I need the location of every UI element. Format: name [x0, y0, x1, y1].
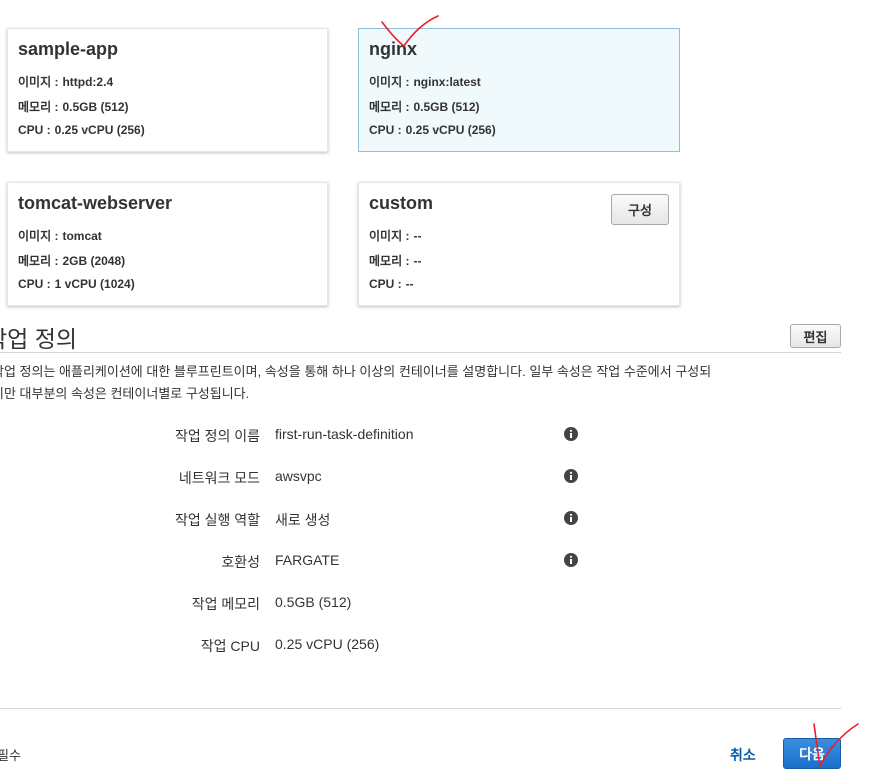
container-card-sample-app[interactable]: sample-app 이미지 : httpd:2.4 메모리 :0.5GB (51…	[7, 28, 328, 152]
required-note: 필수	[0, 748, 21, 763]
card-image-line: 이미지 : --	[369, 229, 422, 243]
edit-button[interactable]: 편집	[790, 324, 841, 348]
section-description-line-1: 작업 정의는 애플리케이션에 대한 블루프린트이며, 속성을 통해 하나 이상의…	[0, 364, 712, 379]
field-label-compatibility: 호환성	[221, 554, 260, 570]
card-image-line: 이미지 : tomcat	[18, 229, 102, 243]
field-value-compatibility: FARGATE	[275, 552, 340, 568]
field-label-task-definition-name: 작업 정의 이름	[174, 428, 260, 444]
card-image-line: 이미지 : httpd:2.4	[18, 75, 114, 89]
card-memory-line: 메모리 : --	[369, 254, 422, 268]
card-title: nginx	[369, 39, 417, 59]
field-label-network-mode: 네트워크 모드	[178, 470, 260, 486]
info-icon[interactable]	[564, 511, 578, 525]
field-value-task-memory: 0.5GB (512)	[275, 594, 352, 610]
card-cpu-line: CPU :1 vCPU (1024)	[18, 277, 135, 291]
card-memory-line: 메모리 :0.5GB (512)	[369, 100, 480, 114]
card-memory-line: 메모리 :0.5GB (512)	[18, 100, 129, 114]
card-memory-line: 메모리 :2GB (2048)	[18, 254, 126, 268]
card-title: tomcat-webserver	[18, 193, 173, 213]
cancel-link[interactable]: 취소	[730, 745, 756, 765]
field-value-task-definition-name: first-run-task-definition	[275, 426, 414, 442]
field-value-network-mode: awsvpc	[275, 468, 322, 484]
field-value-task-execution-role: 새로 생성	[275, 512, 331, 528]
card-cpu-line: CPU :0.25 vCPU (256)	[369, 123, 496, 137]
card-cpu-line: CPU :0.25 vCPU (256)	[18, 123, 145, 137]
field-value-task-cpu: 0.25 vCPU (256)	[275, 636, 380, 652]
info-icon[interactable]	[564, 553, 578, 567]
container-card-nginx[interactable]: nginx 이미지 : nginx:latest 메모리 :0.5GB (512)…	[358, 28, 680, 152]
info-icon[interactable]	[564, 469, 578, 483]
info-icon[interactable]	[564, 427, 578, 441]
configure-button[interactable]: 구성	[611, 194, 669, 225]
section-description-line-2: 지만 대부분의 속성은 컨테이너별로 구성됩니다.	[0, 386, 250, 401]
container-card-tomcat-webserver[interactable]: tomcat-webserver 이미지 : tomcat 메모리 :2GB (2…	[7, 182, 328, 306]
card-image-line: 이미지 : nginx:latest	[369, 75, 481, 89]
container-card-custom[interactable]: custom 이미지 : -- 메모리 : -- CPU : -- 구성	[358, 182, 680, 306]
next-button[interactable]: 다음	[783, 738, 841, 769]
card-cpu-line: CPU : --	[369, 277, 414, 291]
field-label-task-memory: 작업 메모리	[191, 596, 260, 612]
section-divider	[0, 352, 841, 353]
card-title: sample-app	[18, 39, 119, 59]
field-label-task-cpu: 작업 CPU	[200, 638, 260, 654]
section-title: 작업 정의	[0, 326, 78, 352]
field-label-task-execution-role: 작업 실행 역할	[174, 512, 260, 528]
footer-divider	[0, 708, 841, 709]
card-title: custom	[369, 193, 434, 213]
